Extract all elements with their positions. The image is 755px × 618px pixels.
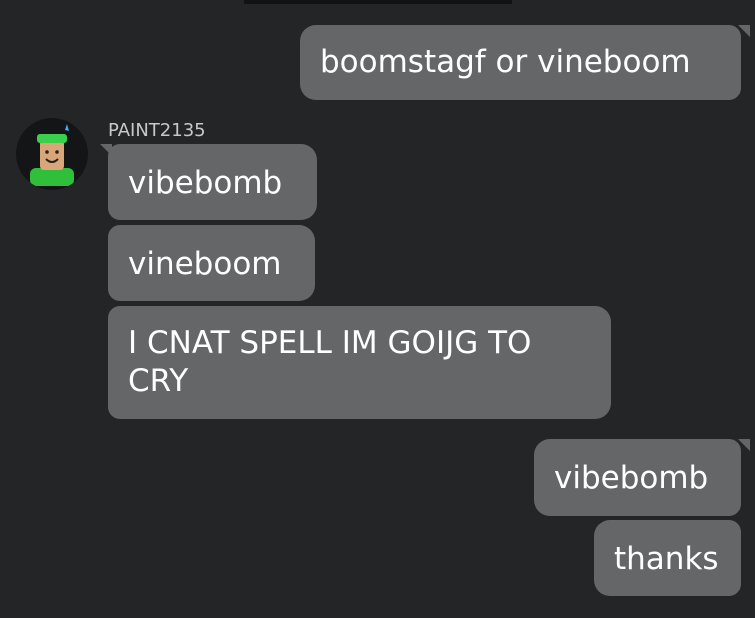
incoming-message[interactable]: vibebomb: [108, 144, 317, 220]
message-text: vineboom: [128, 246, 282, 282]
incoming-message[interactable]: I CNAT SPELL IM GOIJG TO CRY: [108, 306, 611, 419]
message-tail: [100, 144, 112, 156]
chat-thread: boomstagf or vineboom PAINT2135 vibebomb…: [0, 0, 755, 618]
message-text: vibebomb: [128, 165, 283, 201]
top-bar: [244, 0, 512, 4]
message-tail: [738, 25, 750, 37]
message-text: thanks: [614, 541, 719, 577]
message-tail: [738, 439, 750, 451]
user-avatar[interactable]: [16, 118, 88, 190]
outgoing-message[interactable]: thanks: [594, 520, 741, 596]
message-text: I CNAT SPELL IM GOIJG TO CRY: [128, 325, 532, 399]
roblox-avatar-icon: [17, 119, 87, 189]
sender-username: PAINT2135: [108, 120, 206, 141]
outgoing-message[interactable]: vibebomb: [534, 439, 741, 516]
message-text: boomstagf or vineboom: [320, 44, 691, 80]
message-text: vibebomb: [554, 460, 709, 496]
outgoing-message[interactable]: boomstagf or vineboom: [300, 25, 741, 100]
incoming-message[interactable]: vineboom: [108, 225, 315, 301]
